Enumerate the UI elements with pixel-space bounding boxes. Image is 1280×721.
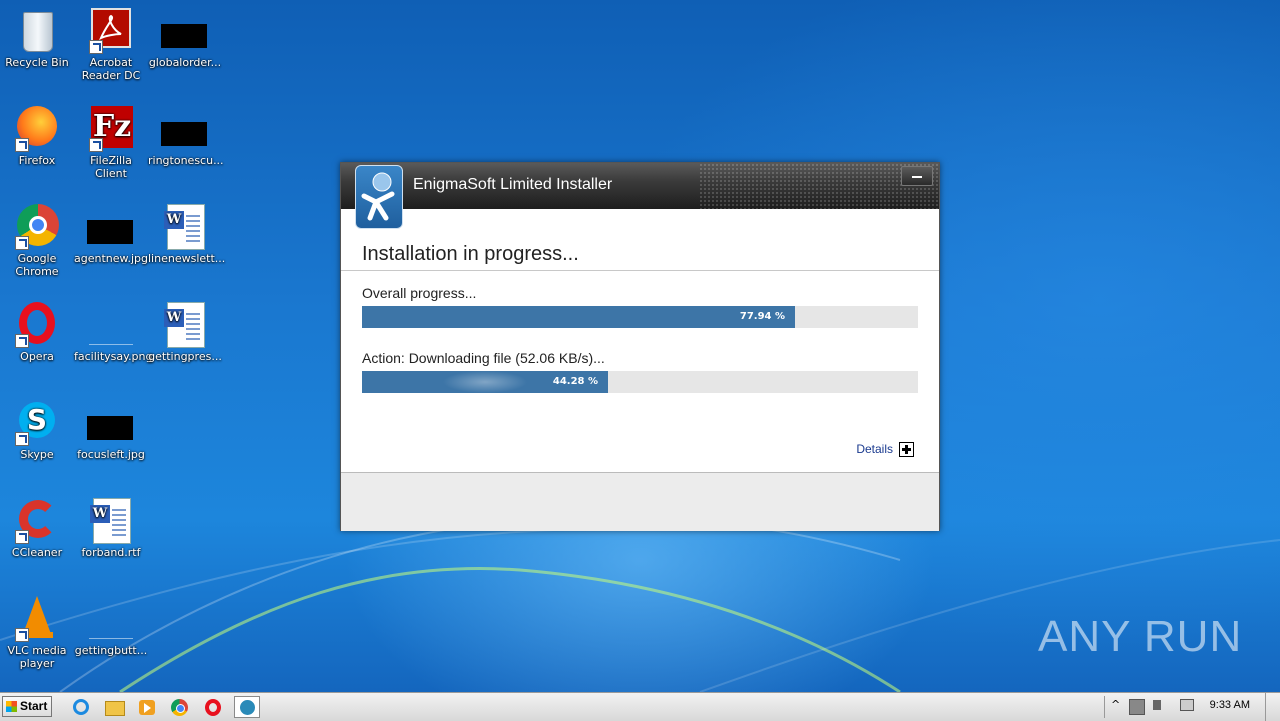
installer-title-bar[interactable]: EnigmaSoft Limited Installer <box>341 163 939 209</box>
overall-progress-bar: 77.94 % <box>362 306 918 328</box>
action-progress-bar: 44.28 % <box>362 371 918 393</box>
show-desktop-button[interactable] <box>1265 693 1280 721</box>
ie-icon[interactable] <box>68 696 94 718</box>
desktop-file-gettingbutt[interactable]: gettingbutt... <box>74 594 148 657</box>
image-file-icon <box>161 104 209 152</box>
action-center-flag-icon[interactable] <box>1180 699 1194 711</box>
desktop-icon-skype[interactable]: S Skype <box>0 398 74 461</box>
minimize-button[interactable] <box>901 166 933 186</box>
desktop-icon-chrome[interactable]: Google Chrome <box>0 202 74 278</box>
desktop-icon-recycle-bin[interactable]: Recycle Bin <box>0 6 74 69</box>
windows-logo-icon <box>6 701 17 712</box>
opera-icon <box>13 300 61 348</box>
installer-window[interactable]: EnigmaSoft Limited Installer Installatio… <box>340 162 940 531</box>
details-expand-icon[interactable] <box>899 442 914 457</box>
details-link[interactable]: Details <box>856 442 893 456</box>
word-doc-icon: W <box>161 300 209 348</box>
image-file-icon <box>87 594 135 642</box>
installer-footer <box>341 472 939 531</box>
firefox-icon <box>13 104 61 152</box>
action-progress-percent: 44.28 % <box>552 376 598 387</box>
action-label: Action: Downloading file (52.06 KB/s)... <box>362 350 605 366</box>
word-doc-icon: W <box>87 496 135 544</box>
image-file-icon <box>87 398 135 446</box>
image-file-icon <box>161 6 209 54</box>
install-heading: Installation in progress... <box>362 243 579 265</box>
media-player-icon[interactable] <box>134 696 160 718</box>
desktop-icon-acrobat[interactable]: Acrobat Reader DC <box>74 6 148 82</box>
overall-progress-percent: 77.94 % <box>739 311 785 322</box>
recycle-bin-icon <box>13 6 61 54</box>
action-progress-fill: 44.28 % <box>362 371 608 393</box>
image-file-icon <box>87 202 135 250</box>
overall-progress-label: Overall progress... <box>362 285 477 301</box>
desktop-file-facilitysay[interactable]: facilitysay.png <box>74 300 153 363</box>
image-file-icon <box>87 300 135 348</box>
desktop-file-agentnew[interactable]: agentnew.jpg <box>74 202 148 265</box>
desktop-file-ringtonescu[interactable]: ringtonescu... <box>148 104 224 167</box>
desktop-icon-firefox[interactable]: Firefox <box>0 104 74 167</box>
installer-title: EnigmaSoft Limited Installer <box>413 176 613 193</box>
desktop-icon-ccleaner[interactable]: CCleaner <box>0 496 74 559</box>
desktop-icon-filezilla[interactable]: Fz FileZilla Client <box>74 104 148 180</box>
vlc-icon <box>13 594 61 642</box>
filezilla-icon: Fz <box>87 104 135 152</box>
ccleaner-icon <box>13 496 61 544</box>
opera-taskbar-icon[interactable] <box>200 696 226 718</box>
chrome-taskbar-icon[interactable] <box>167 696 193 718</box>
tray-expand-icon[interactable]: ^ <box>1111 698 1120 711</box>
desktop-file-focusleft[interactable]: focusleft.jpg <box>74 398 148 461</box>
skype-icon: S <box>13 398 61 446</box>
taskbar: Start ^ 9:33 AM <box>0 692 1280 721</box>
desktop-file-linenewslett[interactable]: W linenewslett... <box>148 202 225 265</box>
start-button[interactable]: Start <box>2 696 52 717</box>
word-doc-icon: W <box>161 202 209 250</box>
volume-icon[interactable] <box>1153 700 1161 710</box>
acrobat-icon <box>87 6 135 54</box>
anyrun-watermark: ANY RUN <box>1038 612 1243 661</box>
desktop-icon-opera[interactable]: Opera <box>0 300 74 363</box>
chrome-icon <box>13 202 61 250</box>
divider <box>341 270 939 271</box>
overall-progress-fill: 77.94 % <box>362 306 795 328</box>
desktop-file-globalorder[interactable]: globalorder... <box>148 6 222 69</box>
desktop-file-gettingpres[interactable]: W gettingpres... <box>148 300 222 363</box>
explorer-icon[interactable] <box>101 696 127 718</box>
clock[interactable]: 9:33 AM <box>1210 699 1250 711</box>
network-icon[interactable] <box>1129 699 1145 715</box>
desktop-file-forband[interactable]: W forband.rtf <box>74 496 148 559</box>
installer-taskbar-icon[interactable] <box>234 696 260 718</box>
desktop-icon-vlc[interactable]: VLC media player <box>0 594 74 670</box>
enigmasoft-logo-icon <box>355 165 403 229</box>
